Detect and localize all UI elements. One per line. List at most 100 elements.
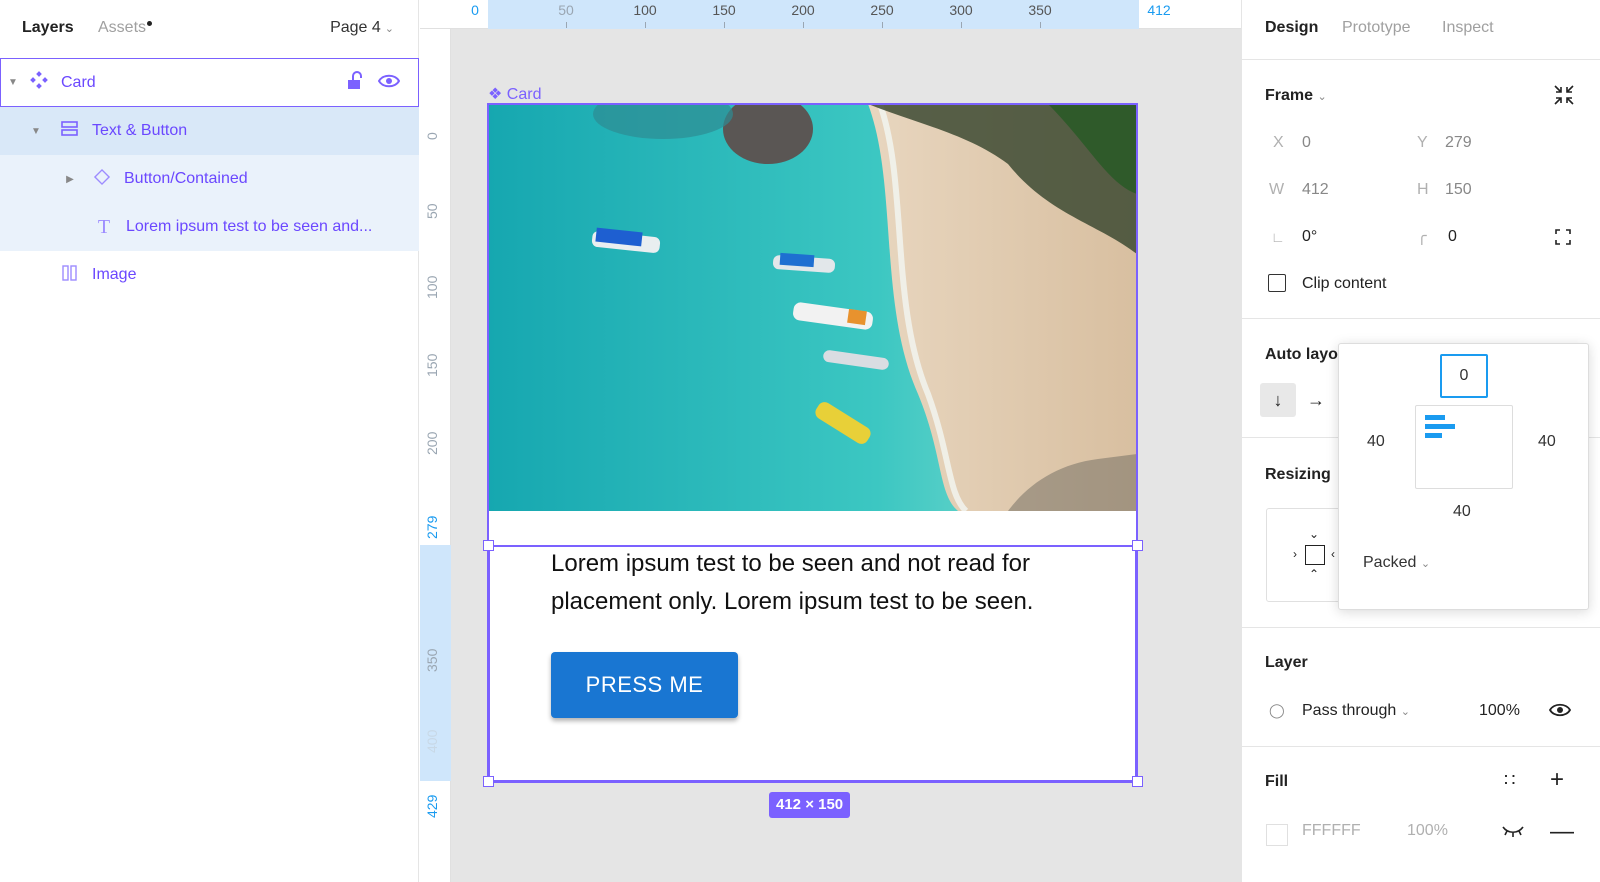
press-me-button[interactable]: PRESS ME bbox=[551, 652, 738, 718]
tab-inspect[interactable]: Inspect bbox=[1442, 19, 1494, 37]
direction-vertical-button[interactable]: ↓ bbox=[1260, 383, 1296, 417]
unlock-icon[interactable] bbox=[346, 71, 364, 91]
chevron-right-icon[interactable]: › bbox=[1293, 547, 1297, 561]
padding-popup: 40 40 40 Packed ⌄ bbox=[1338, 343, 1589, 610]
card-body-text[interactable]: Lorem ipsum test to be seen and not read… bbox=[551, 545, 1111, 621]
resize-handle-top-left[interactable] bbox=[483, 540, 494, 551]
ruler-tick-label: 100 bbox=[633, 2, 657, 18]
layer-opacity-input[interactable]: 100% bbox=[1479, 702, 1520, 720]
text-layer-icon: T bbox=[97, 215, 111, 238]
eye-icon[interactable] bbox=[378, 71, 400, 91]
instance-icon bbox=[92, 168, 112, 191]
tab-design[interactable]: Design bbox=[1265, 19, 1318, 37]
layer-label: Image bbox=[92, 266, 137, 283]
layer-row-card[interactable]: ▼ Card bbox=[0, 58, 419, 107]
tab-assets-label: Assets bbox=[98, 19, 147, 36]
blend-mode-label: Pass through bbox=[1302, 702, 1397, 719]
layer-row-lorem-text[interactable]: T Lorem ipsum test to be seen and... bbox=[0, 203, 419, 251]
layer-row-text-button[interactable]: ▼ Text & Button bbox=[0, 107, 419, 155]
layer-label: Card bbox=[61, 73, 96, 91]
divider bbox=[1242, 318, 1600, 319]
tab-prototype[interactable]: Prototype bbox=[1342, 19, 1410, 37]
caret-down-icon[interactable]: ▼ bbox=[28, 126, 44, 137]
alignment-box[interactable] bbox=[1415, 405, 1513, 489]
add-fill-icon[interactable]: + bbox=[1550, 766, 1564, 794]
layers-panel: Layers Assets Page 4 ⌄ ▼ Card ▼ Text & Bu… bbox=[0, 0, 419, 882]
tab-assets[interactable]: Assets bbox=[98, 19, 153, 37]
distribution-label: Packed bbox=[1363, 554, 1417, 571]
ruler-tick-label: 400 bbox=[424, 729, 440, 753]
ruler-top: 0 50 100 150 200 250 300 350 412 bbox=[420, 0, 1241, 29]
ruler-tick-label: 279 bbox=[424, 515, 440, 539]
alignment-bar bbox=[1425, 415, 1445, 420]
collapse-icon[interactable] bbox=[1553, 84, 1575, 111]
clip-content-checkbox[interactable] bbox=[1268, 274, 1286, 292]
ruler-tick-label: 250 bbox=[870, 2, 894, 18]
style-grid-icon[interactable]: ∷ bbox=[1504, 770, 1516, 791]
direction-horizontal-button[interactable]: → bbox=[1298, 383, 1334, 417]
component-icon: ❖ bbox=[488, 86, 503, 103]
ruler-tick-label: 200 bbox=[791, 2, 815, 18]
corner-radius-input[interactable]: 0 bbox=[1448, 228, 1457, 246]
resize-handle-bottom-right[interactable] bbox=[1132, 776, 1143, 787]
y-input[interactable]: 279 bbox=[1445, 134, 1472, 152]
resize-handle-top-right[interactable] bbox=[1132, 540, 1143, 551]
w-input[interactable]: 412 bbox=[1302, 181, 1329, 199]
ruler-tick-label: 300 bbox=[949, 2, 973, 18]
auto-layout-section-title: Auto layo bbox=[1265, 346, 1338, 363]
layer-label: Lorem ipsum test to be seen and... bbox=[126, 218, 373, 235]
frame-label[interactable]: ❖ Card bbox=[488, 84, 541, 104]
chevron-up-icon[interactable]: ⌃ bbox=[1309, 567, 1319, 581]
padding-right-input[interactable]: 40 bbox=[1538, 433, 1556, 451]
chevron-down-icon: ⌄ bbox=[1317, 91, 1327, 103]
resize-handle-bottom-left[interactable] bbox=[483, 776, 494, 787]
page-selector[interactable]: Page 4 ⌄ bbox=[330, 19, 394, 37]
independent-corners-icon[interactable] bbox=[1555, 229, 1571, 250]
design-panel-tabs: Design Prototype Inspect bbox=[1242, 0, 1600, 60]
tab-layers[interactable]: Layers bbox=[22, 19, 74, 37]
ruler-tick-label: 412 bbox=[1147, 2, 1171, 18]
ruler-tick-label: 150 bbox=[712, 2, 736, 18]
rotation-icon: ∟ bbox=[1271, 229, 1285, 245]
chevron-left-icon[interactable]: ‹ bbox=[1331, 547, 1335, 561]
chevron-down-icon: ⌄ bbox=[1400, 706, 1410, 718]
card-image[interactable] bbox=[488, 104, 1137, 511]
auto-layout-horizontal-icon bbox=[60, 264, 80, 287]
fill-opacity-input[interactable]: 100% bbox=[1407, 822, 1448, 840]
padding-left-input[interactable]: 40 bbox=[1367, 433, 1385, 451]
fill-color-swatch[interactable] bbox=[1266, 824, 1288, 846]
beach-aerial-image bbox=[488, 104, 1137, 511]
auto-layout-vertical-icon bbox=[60, 120, 80, 143]
ruler-tick-label: 200 bbox=[424, 431, 440, 455]
divider bbox=[1242, 746, 1600, 747]
chevron-down-icon[interactable]: ⌄ bbox=[1309, 527, 1319, 541]
ruler-tick-label: 0 bbox=[424, 132, 440, 140]
frame-section-title[interactable]: Frame ⌄ bbox=[1265, 87, 1327, 105]
layer-row-image[interactable]: Image bbox=[0, 251, 419, 299]
caret-down-icon[interactable]: ▼ bbox=[5, 77, 21, 88]
fill-section-title: Fill bbox=[1265, 773, 1289, 790]
fill-hex-input[interactable]: FFFFFF bbox=[1302, 822, 1361, 840]
resizing-section-title: Resizing bbox=[1265, 466, 1331, 483]
component-icon bbox=[29, 71, 49, 94]
padding-bottom-input[interactable]: 40 bbox=[1453, 503, 1471, 521]
eye-closed-icon[interactable] bbox=[1502, 824, 1524, 843]
layers-panel-tabs: Layers Assets Page 4 ⌄ bbox=[0, 0, 418, 58]
remove-fill-icon[interactable]: — bbox=[1550, 818, 1574, 846]
distribution-select[interactable]: Packed ⌄ bbox=[1363, 554, 1430, 572]
blend-mode-select[interactable]: Pass through ⌄ bbox=[1302, 702, 1410, 720]
layer-section-title: Layer bbox=[1265, 654, 1308, 671]
canvas[interactable]: 0 50 100 150 200 250 300 350 412 0 50 10… bbox=[420, 0, 1241, 882]
ruler-tick bbox=[724, 22, 725, 28]
eye-icon[interactable] bbox=[1548, 700, 1572, 725]
layer-label: Text & Button bbox=[92, 122, 188, 139]
layer-row-button-contained[interactable]: ▶ Button/Contained bbox=[0, 155, 419, 203]
h-input[interactable]: 150 bbox=[1445, 181, 1472, 199]
page-selector-label: Page 4 bbox=[330, 19, 381, 36]
ruler-tick-label: 50 bbox=[558, 2, 574, 18]
padding-top-input[interactable] bbox=[1440, 354, 1488, 398]
caret-right-icon[interactable]: ▶ bbox=[62, 174, 78, 185]
x-input[interactable]: 0 bbox=[1302, 134, 1311, 152]
rotation-input[interactable]: 0° bbox=[1302, 228, 1317, 246]
layer-label: Button/Contained bbox=[124, 170, 248, 187]
